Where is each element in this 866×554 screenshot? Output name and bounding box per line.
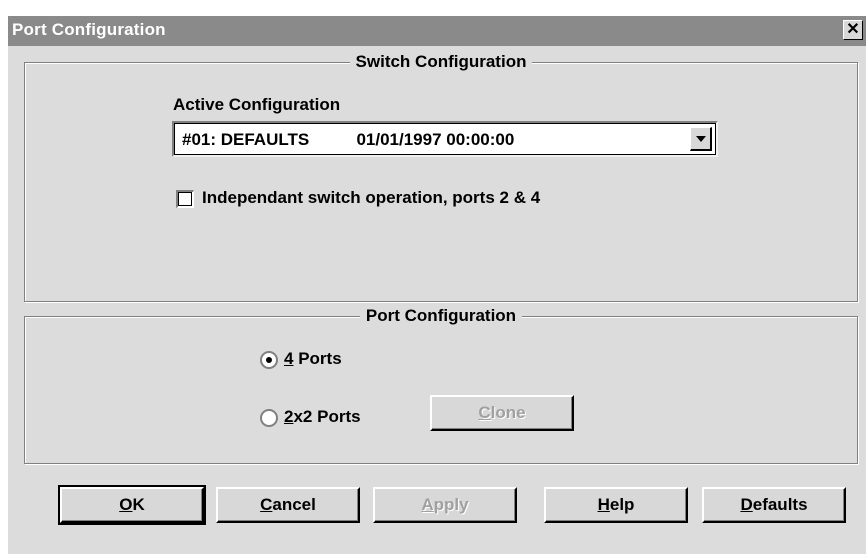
- port-configuration-legend: Port Configuration: [359, 306, 523, 325]
- switch-configuration-legend: Switch Configuration: [349, 52, 533, 71]
- four-ports-radio[interactable]: [260, 351, 278, 369]
- independent-switch-label[interactable]: Independant switch operation, ports 2 & …: [202, 188, 540, 208]
- port-configuration-dialog: Port Configuration ✕ Switch Configuratio…: [8, 16, 866, 554]
- four-ports-label[interactable]: 4 Ports: [284, 349, 342, 369]
- defaults-button[interactable]: Defaults: [702, 487, 846, 523]
- apply-button[interactable]: Apply: [373, 487, 517, 523]
- window-title: Port Configuration: [12, 20, 166, 39]
- chevron-down-icon[interactable]: [690, 127, 712, 151]
- close-icon[interactable]: ✕: [843, 20, 863, 40]
- switch-configuration-group: Switch Configuration: [24, 52, 858, 302]
- active-configuration-value: #01: DEFAULTS 01/01/1997 00:00:00: [182, 130, 515, 149]
- cancel-button[interactable]: Cancel: [216, 487, 360, 523]
- help-button[interactable]: Help: [544, 487, 688, 523]
- active-configuration-label: Active Configuration: [173, 95, 341, 114]
- independent-switch-checkbox[interactable]: [176, 190, 194, 208]
- ok-button[interactable]: OK: [58, 485, 206, 525]
- two-by-two-ports-label[interactable]: 2x2 Ports: [284, 407, 361, 427]
- active-configuration-combobox[interactable]: #01: DEFAULTS 01/01/1997 00:00:00: [172, 121, 718, 157]
- port-configuration-group: Port Configuration: [24, 306, 858, 464]
- two-by-two-ports-radio[interactable]: [260, 409, 278, 427]
- clone-button[interactable]: Clone: [430, 395, 574, 431]
- title-bar[interactable]: Port Configuration ✕: [8, 16, 866, 46]
